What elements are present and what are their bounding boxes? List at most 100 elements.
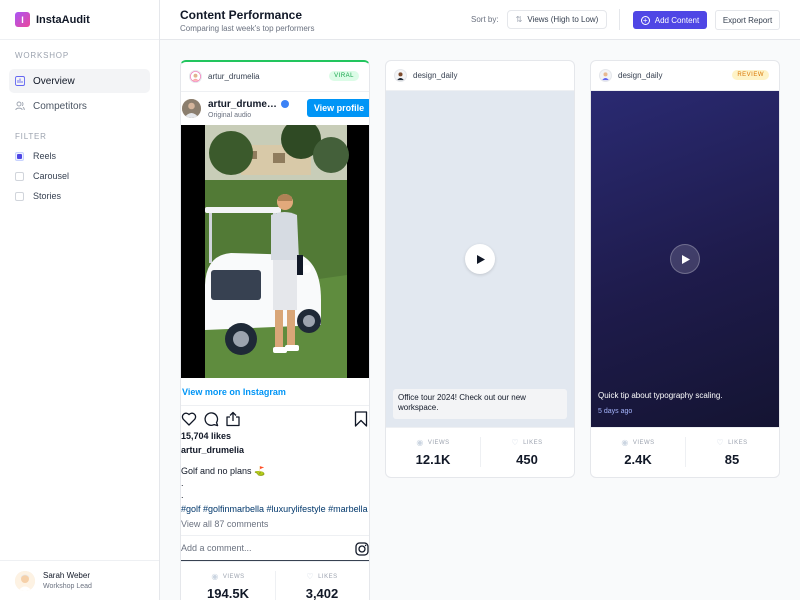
add-content-button[interactable]: + Add Content (633, 11, 707, 29)
post-caption: Office tour 2024! Check out our new work… (393, 389, 567, 419)
avatar (599, 69, 612, 82)
post-photo[interactable] (181, 125, 369, 378)
instagram-embed: artur_drume… Original audio View profile (181, 92, 369, 561)
filter-label: Stories (33, 191, 62, 201)
comment-icon[interactable] (203, 411, 219, 427)
caption-text: . (181, 478, 184, 488)
caption-text: . (181, 490, 184, 500)
eye-icon: ◉ (621, 438, 629, 447)
divider (619, 9, 620, 30)
user-name: Sarah Weber (43, 571, 90, 580)
user-role: Workshop Lead (43, 583, 92, 590)
view-more-link[interactable]: View more on Instagram (181, 378, 369, 406)
post-date: 5 days ago (598, 408, 633, 415)
caption-text: Quick tip about typography scaling. (598, 391, 723, 400)
hashtags[interactable]: #golf #golfinmarbella #luxurylifestyle #… (181, 504, 369, 514)
caption-text: Golf and no plans ⛳ (181, 466, 266, 476)
sidebar: I InstaAudit WORKSHOP Overview Competito… (0, 0, 160, 600)
checkbox-checked[interactable] (15, 151, 24, 161)
app-logo: I (15, 12, 30, 27)
sort-select[interactable]: ⇅ Views (High to Low) (507, 10, 607, 29)
avatar (15, 570, 35, 591)
views-label: VIEWS (632, 439, 655, 446)
view-comments-link[interactable]: View all 87 comments (181, 519, 369, 529)
filter-label: Carousel (33, 171, 70, 181)
checkbox[interactable] (15, 191, 24, 201)
likes-value: 450 (516, 452, 538, 467)
filter-stories[interactable]: Stories (0, 186, 159, 206)
likes-value: 3,402 (305, 586, 339, 600)
likes-stat: ♡ LIKES 450 (480, 428, 574, 477)
user-profile[interactable]: Sarah Weber Workshop Lead (0, 560, 159, 600)
views-stat: ◉ VIEWS 2.4K (591, 428, 685, 477)
status-badge: VIRAL (329, 71, 359, 81)
brand: I InstaAudit (0, 0, 159, 40)
play-icon (476, 254, 485, 264)
add-content-label: Add Content (654, 15, 700, 25)
heart-icon[interactable] (181, 411, 197, 427)
play-button[interactable] (465, 244, 495, 274)
likes-stat: ♡ LIKES 3,402 (275, 562, 369, 600)
status-badge: REVIEW (732, 70, 769, 80)
eye-icon: ◉ (211, 572, 219, 581)
card-header: design_daily (386, 61, 574, 91)
views-label: VIEWS (222, 573, 245, 580)
content-card[interactable]: design_daily REVIEW Quick tip about typo… (590, 60, 780, 478)
app-name: InstaAudit (36, 13, 90, 26)
card-stats: ◉ VIEWS 2.4K ♡ LIKES 85 (591, 427, 779, 477)
heart-icon: ♡ (716, 438, 725, 447)
sidebar-item-label: Overview (33, 75, 75, 87)
account-name: design_daily (618, 71, 663, 80)
likes-label: LIKES (523, 439, 543, 446)
page-subtitle: Comparing last week's top performers (180, 24, 315, 33)
avatar (189, 70, 202, 83)
filter-section-label: FILTER (15, 132, 47, 141)
post-caption: Quick tip about typography scaling. 5 da… (598, 391, 772, 415)
views-value: 2.4K (624, 452, 652, 467)
heart-icon: ♡ (306, 572, 315, 581)
sidebar-item-competitors[interactable]: Competitors (9, 94, 150, 118)
filter-carousel[interactable]: Carousel (0, 166, 159, 186)
sidebar-item-overview[interactable]: Overview (9, 69, 150, 93)
filter-reels[interactable]: Reels (0, 146, 159, 166)
golf-photo (181, 125, 369, 378)
views-stat: ◉ VIEWS 194.5K (181, 562, 275, 600)
content-card[interactable]: design_daily Office tour 2024! Check out… (385, 60, 575, 478)
sidebar-item-label: Competitors (33, 100, 87, 112)
views-stat: ◉ VIEWS 12.1K (386, 428, 480, 477)
embed-username[interactable]: artur_drume… (208, 99, 277, 110)
content-card[interactable]: artur_drumelia VIRAL artur_drume… Origin… (180, 60, 370, 600)
video-preview[interactable]: Office tour 2024! Check out our new work… (386, 91, 574, 427)
views-value: 194.5K (207, 586, 249, 600)
eye-icon: ◉ (416, 438, 424, 447)
play-icon (681, 254, 690, 264)
instagram-icon[interactable] (355, 542, 369, 556)
views-label: VIEWS (427, 439, 450, 446)
account-name: design_daily (413, 71, 458, 80)
avatar[interactable] (182, 99, 201, 118)
sort-label: Sort by: (471, 15, 499, 24)
likes-label: LIKES (728, 439, 748, 446)
sort-icon: ⇅ (515, 15, 523, 24)
sort-value: Views (High to Low) (527, 15, 599, 24)
verified-icon (280, 100, 289, 108)
embed-header: artur_drume… Original audio View profile (181, 92, 369, 125)
card-header: design_daily REVIEW (591, 61, 779, 91)
post-actions (181, 406, 369, 431)
users-icon (15, 101, 25, 111)
comment-input[interactable]: Add a comment... (181, 535, 369, 561)
video-preview[interactable]: Quick tip about typography scaling. 5 da… (591, 91, 779, 427)
checkbox[interactable] (15, 171, 24, 181)
avatar (394, 69, 407, 82)
likes-count[interactable]: 15,704 likes (181, 431, 369, 445)
caption-username[interactable]: artur_drumelia (181, 445, 369, 465)
view-profile-button[interactable]: View profile (307, 99, 369, 117)
embed-audio[interactable]: Original audio (208, 112, 289, 119)
play-button[interactable] (670, 244, 700, 274)
heart-icon: ♡ (511, 438, 520, 447)
card-header: artur_drumelia VIRAL (181, 62, 369, 92)
share-icon[interactable] (225, 411, 241, 427)
likes-stat: ♡ LIKES 85 (685, 428, 779, 477)
bookmark-icon[interactable] (353, 411, 369, 427)
export-report-button[interactable]: Export Report (715, 10, 780, 30)
